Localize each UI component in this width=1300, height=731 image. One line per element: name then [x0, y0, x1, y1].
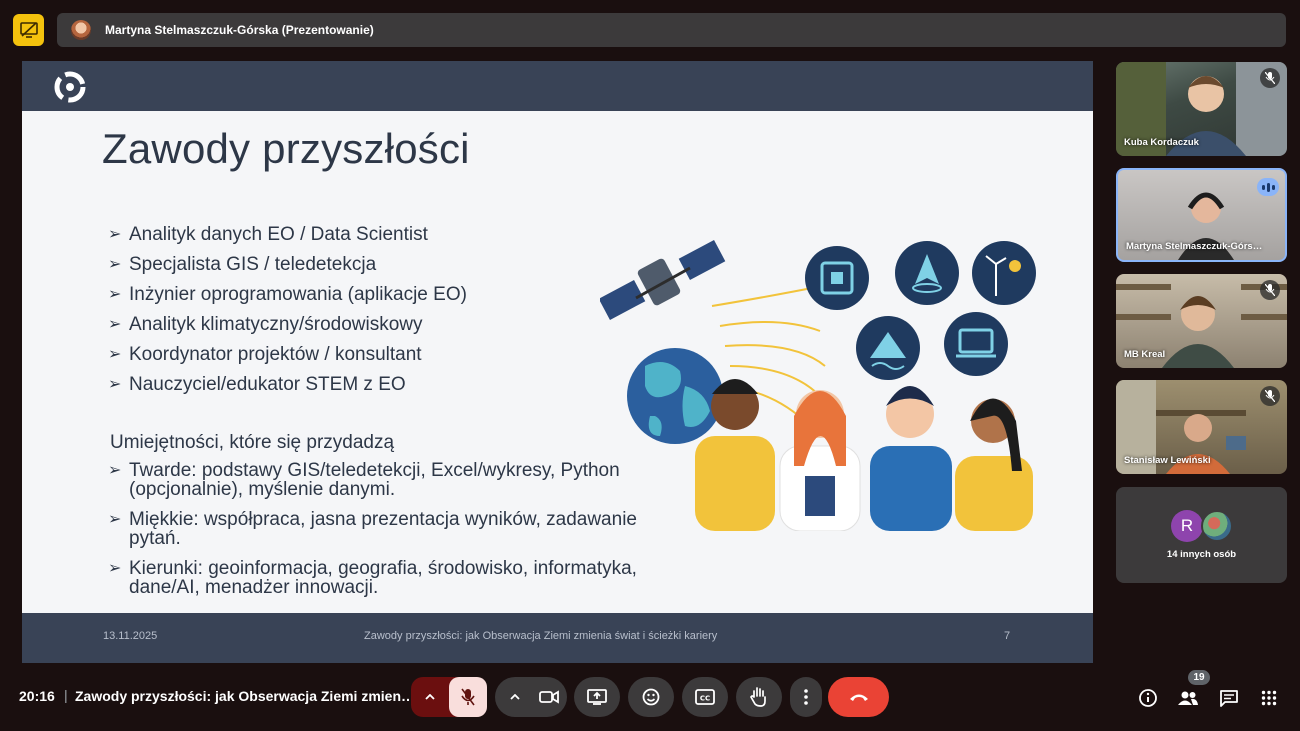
microphone-control	[411, 677, 487, 717]
bullet-arrow-icon: ➢	[108, 511, 122, 528]
career-item: ➢ Analityk danych EO / Data Scientist	[108, 221, 467, 251]
slide-header	[22, 61, 1093, 111]
people-button[interactable]	[1177, 687, 1199, 709]
skill-item: ➢ Kierunki: geoinformacja, geografia, śro…	[108, 559, 688, 597]
camera-toggle-button[interactable]	[531, 677, 567, 717]
end-call-icon	[849, 694, 868, 701]
participant-avatar: R	[1171, 510, 1203, 542]
bullet-arrow-icon: ➢	[108, 316, 122, 333]
camera-control	[495, 677, 567, 717]
more-options-button[interactable]	[790, 677, 822, 717]
svg-text:CC: CC	[700, 695, 710, 703]
captions-button[interactable]: CC	[682, 677, 728, 717]
captions-icon: CC	[695, 689, 715, 705]
more-vert-icon	[804, 689, 808, 705]
reactions-button[interactable]	[628, 677, 674, 717]
other-participants-tile[interactable]: R 14 innych osób	[1116, 487, 1287, 583]
meeting-clock: 20:16	[19, 688, 55, 704]
raise-hand-button[interactable]	[736, 677, 782, 717]
divider: |	[64, 687, 68, 703]
info-icon	[1139, 689, 1157, 707]
mic-off-icon	[1260, 68, 1280, 88]
career-text: Koordynator projektów / konsultant	[129, 344, 422, 365]
participant-avatar	[1201, 510, 1233, 542]
mic-off-icon	[461, 688, 475, 706]
mountain-icon	[856, 316, 920, 380]
skills-heading: Umiejętności, które się przydadzą	[110, 432, 395, 453]
renewable-energy-icon	[972, 241, 1036, 305]
participant-name: MB Kreal	[1124, 349, 1166, 360]
video-options-chevron-icon[interactable]	[503, 677, 527, 717]
students-group	[695, 379, 1033, 531]
participant-name: Martyna Stelmaszczuk-Górs…	[1126, 241, 1263, 252]
presenting-icon[interactable]	[13, 14, 44, 46]
laptop-icon	[944, 312, 1008, 376]
presenter-name: Martyna Stelmaszczuk-Górska (Prezentowan…	[105, 23, 374, 37]
career-item: ➢ Inżynier oprogramowania (aplikacje EO)	[108, 281, 467, 311]
hand-icon	[750, 687, 766, 707]
career-text: Analityk danych EO / Data Scientist	[129, 224, 428, 245]
bullet-arrow-icon: ➢	[108, 462, 122, 479]
meeting-details-button[interactable]	[1137, 687, 1159, 709]
present-screen-icon	[587, 689, 607, 705]
leave-call-button[interactable]	[828, 677, 889, 717]
career-item: ➢ Analityk klimatyczny/środowiskowy	[108, 311, 467, 341]
participant-tile[interactable]: Kuba Kordaczuk	[1116, 62, 1287, 156]
slide-footer: 13.11.2025 Zawody przyszłości: jak Obser…	[22, 613, 1093, 663]
bullet-arrow-icon: ➢	[108, 226, 122, 243]
bullet-arrow-icon: ➢	[108, 560, 122, 577]
skill-text: Kierunki: geoinformacja, geografia, środ…	[129, 558, 637, 598]
presenter-avatar	[71, 20, 91, 40]
career-item: ➢ Koordynator projektów / konsultant	[108, 341, 467, 371]
slide-page-number: 7	[1004, 630, 1011, 642]
career-text: Analityk klimatyczny/środowiskowy	[129, 314, 423, 335]
apps-grid-icon	[1261, 690, 1277, 706]
speaking-indicator-icon	[1257, 178, 1279, 196]
other-participants-label: 14 innych osób	[1166, 549, 1237, 560]
bullet-arrow-icon: ➢	[108, 376, 122, 393]
bullet-arrow-icon: ➢	[108, 286, 122, 303]
career-text: Nauczyciel/edukator STEM z EO	[129, 374, 406, 395]
career-text: Specjalista GIS / teledetekcja	[129, 254, 377, 275]
careers-illustration	[600, 240, 1036, 531]
meeting-title: Zawody przyszłości: jak Obserwacja Ziemi…	[75, 688, 416, 704]
career-item: ➢ Nauczyciel/edukator STEM z EO	[108, 371, 467, 401]
participant-name: Kuba Kordaczuk	[1124, 137, 1199, 148]
location-pin-icon	[895, 241, 959, 305]
people-icon	[1178, 691, 1198, 705]
slide-logo-icon	[54, 71, 86, 103]
present-screen-button[interactable]	[574, 677, 620, 717]
mic-off-icon	[1260, 280, 1280, 300]
participant-count-badge: 19	[1188, 670, 1210, 685]
career-item: ➢ Specjalista GIS / teledetekcja	[108, 251, 467, 281]
slide-footer-date: 13.11.2025	[103, 630, 158, 642]
careers-list: ➢ Analityk danych EO / Data Scientist ➢ Sp…	[108, 221, 467, 401]
satellite-icon	[600, 240, 726, 320]
participant-tile[interactable]: Martyna Stelmaszczuk-Górs…	[1116, 168, 1287, 262]
participant-tile[interactable]: MB Kreal	[1116, 274, 1287, 368]
presentation-slide: Zawody przyszłości ➢ Analityk danych EO /…	[22, 61, 1093, 663]
mic-toggle-button[interactable]	[449, 677, 487, 717]
bullet-arrow-icon: ➢	[108, 256, 122, 273]
audio-options-chevron-icon[interactable]	[411, 677, 449, 717]
presenter-bar: Martyna Stelmaszczuk-Górska (Prezentowan…	[57, 13, 1286, 47]
slide-title: Zawody przyszłości	[102, 125, 470, 172]
slide-footer-title: Zawody przyszłości: jak Obserwacja Ziemi…	[364, 630, 718, 642]
camera-icon	[539, 690, 559, 704]
participant-tile[interactable]: Stanisław Lewiński	[1116, 380, 1287, 474]
earth-icon	[627, 348, 723, 444]
career-text: Inżynier oprogramowania (aplikacje EO)	[129, 284, 467, 305]
bullet-arrow-icon: ➢	[108, 346, 122, 363]
chip-icon	[805, 246, 869, 310]
emoji-icon	[642, 688, 660, 706]
chat-button[interactable]	[1218, 687, 1240, 709]
participant-name: Stanisław Lewiński	[1124, 455, 1211, 466]
activities-button[interactable]	[1258, 687, 1280, 709]
chat-icon	[1220, 690, 1238, 707]
mic-off-icon	[1260, 386, 1280, 406]
